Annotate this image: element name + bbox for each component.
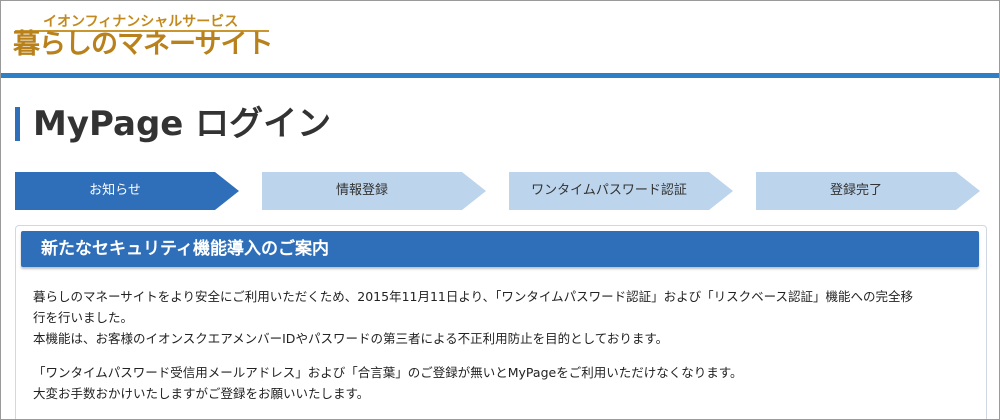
notice-title: 新たなセキュリティ機能導入のご案内 bbox=[41, 239, 329, 259]
step-label: 情報登録 bbox=[335, 183, 388, 198]
page-title: MyPage ログイン bbox=[33, 104, 332, 144]
logo-company-name: イオンフィナンシャルサービス bbox=[43, 14, 239, 30]
notice-header: 新たなセキュリティ機能導入のご案内 bbox=[21, 231, 979, 267]
site-logo[interactable]: イオンフィナンシャルサービス 暮らしのマネーサイト bbox=[13, 7, 273, 67]
notice-body: 暮らしのマネーサイトをより安全にご利用いただくため、2015年11月11日より、… bbox=[33, 286, 973, 417]
notice-text-line: 大変お手数おかけいたしますがご登録をお願いいたします。 bbox=[33, 386, 370, 401]
notice-text-line: 行を行いました。 bbox=[33, 310, 134, 325]
title-accent-bar bbox=[15, 107, 20, 141]
step-label: ワンタイムパスワード認証 bbox=[531, 183, 687, 198]
notice-text-line: 暮らしのマネーサイトをより安全にご利用いただくため、2015年11月11日より、… bbox=[33, 289, 914, 304]
notice-text-line: 「ワンタイムパスワード受信用メールアドレス」および「合言葉」のご登録が無いとMy… bbox=[33, 365, 743, 380]
page-frame: イオンフィナンシャルサービス 暮らしのマネーサイト MyPage ログイン お知… bbox=[0, 0, 1000, 420]
site-header: イオンフィナンシャルサービス 暮らしのマネーサイト bbox=[1, 1, 999, 73]
step-label: お知らせ bbox=[89, 183, 141, 198]
logo-site-name: 暮らしのマネーサイト bbox=[13, 29, 273, 60]
notice-paragraph: 「ワンタイムパスワード受信用メールアドレス」および「合言葉」のご登録が無いとMy… bbox=[33, 362, 973, 404]
notice-paragraph: 暮らしのマネーサイトをより安全にご利用いただくため、2015年11月11日より、… bbox=[33, 286, 973, 349]
progress-steps: お知らせ 情報登録 ワンタイムパスワード認証 登録完了 bbox=[15, 172, 985, 210]
security-notice-box: 新たなセキュリティ機能導入のご案内 暮らしのマネーサイトをより安全にご利用いただ… bbox=[15, 225, 987, 419]
notice-text-line: 本機能は、お客様のイオンスクエアメンバーIDやパスワードの第三者による不正利用防… bbox=[33, 331, 669, 346]
header-accent-bar bbox=[1, 73, 999, 78]
step-label: 登録完了 bbox=[829, 183, 882, 198]
